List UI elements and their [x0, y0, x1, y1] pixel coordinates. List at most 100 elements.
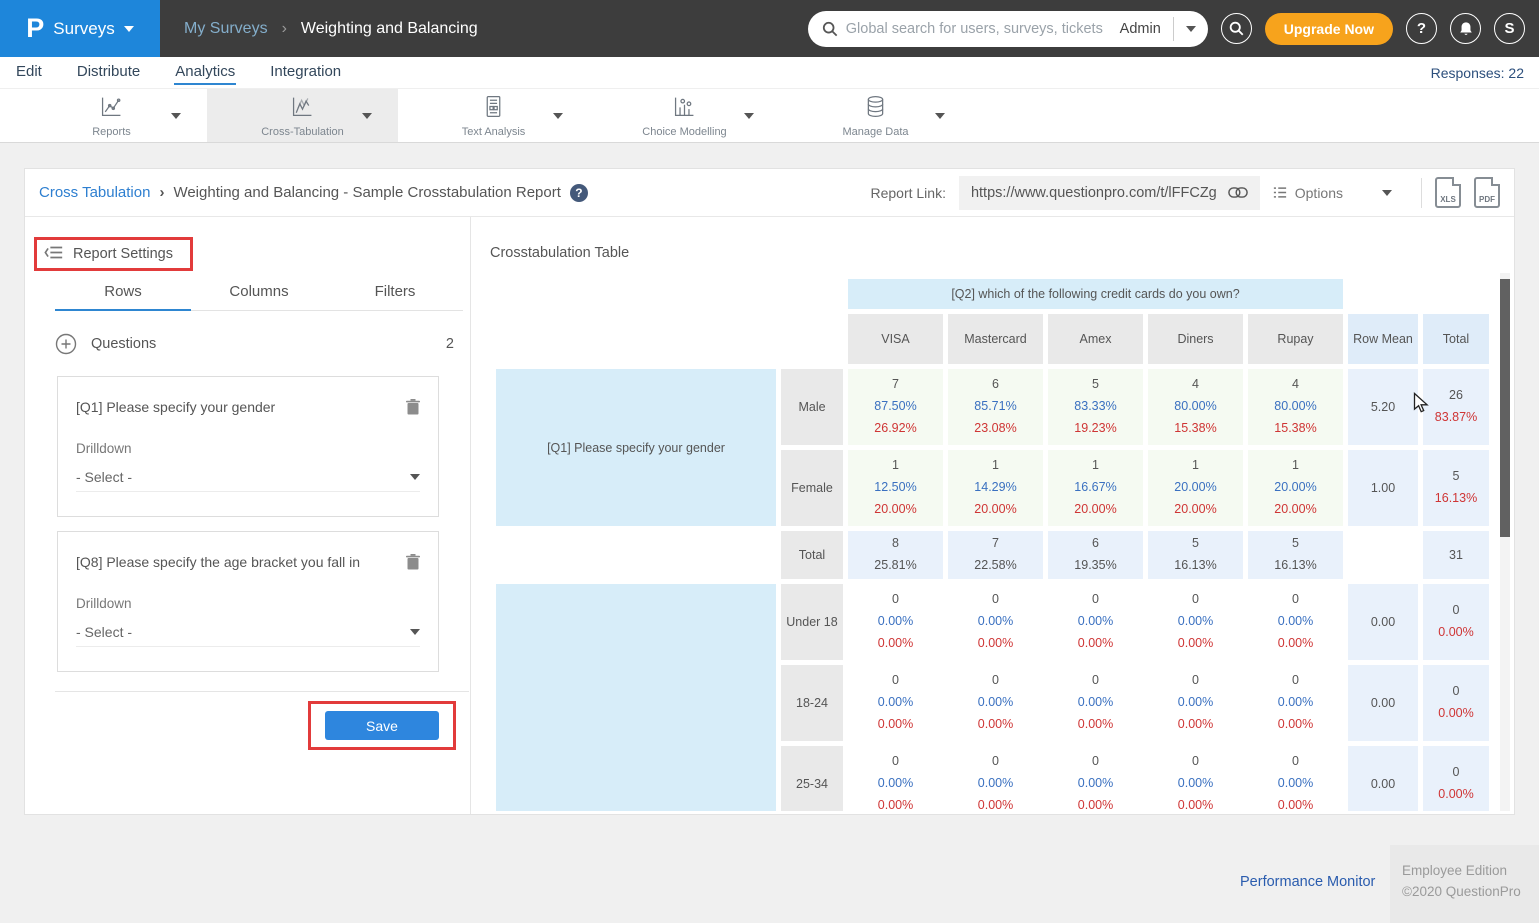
questions-header: Questions 2 — [55, 333, 454, 355]
data-cell: 00.00%0.00% — [848, 584, 943, 660]
chevron-down-icon[interactable] — [171, 113, 181, 119]
breadcrumb-current: Weighting and Balancing — [301, 20, 478, 38]
row-total-cell: 00.00% — [1423, 584, 1489, 660]
database-icon — [863, 94, 888, 124]
avatar-button[interactable]: S — [1494, 13, 1525, 44]
questions-count: 2 — [446, 336, 454, 352]
data-cell: 00.00%0.00% — [1048, 665, 1143, 741]
table-scrollbar[interactable] — [1500, 273, 1510, 811]
edition-badge: Employee Edition ©2020 QuestionPro — [1390, 845, 1539, 923]
chevron-down-icon — [124, 26, 134, 32]
data-cell: 00.00%0.00% — [1148, 665, 1243, 741]
drilldown-select[interactable]: - Select - — [76, 624, 420, 647]
tab-columns[interactable]: Columns — [191, 283, 327, 310]
search-scope-selector[interactable]: Admin — [1120, 21, 1161, 37]
nav-tab-distribute[interactable]: Distribute — [76, 60, 141, 85]
data-cell: 00.00%0.00% — [1248, 665, 1343, 741]
row-mean-cell: 0.00 — [1348, 746, 1418, 811]
export-pdf-button[interactable]: PDF — [1474, 177, 1500, 208]
global-search[interactable]: Admin — [808, 11, 1208, 47]
scrollbar-thumb[interactable] — [1500, 279, 1510, 537]
edition-line1: Employee Edition — [1402, 861, 1539, 882]
tab-rows[interactable]: Rows — [55, 283, 191, 311]
nav-tab-integration[interactable]: Integration — [269, 60, 342, 85]
data-cell: 114.29%20.00% — [948, 450, 1043, 526]
nav-tab-edit[interactable]: Edit — [15, 60, 43, 85]
notifications-button[interactable] — [1450, 13, 1481, 44]
search-button[interactable] — [1221, 13, 1252, 44]
toolbar-item-reports[interactable]: Reports — [16, 89, 207, 142]
row-total-cell: 2683.87% — [1423, 369, 1489, 445]
product-switcher[interactable]: P Surveys — [0, 0, 160, 57]
chevron-down-icon[interactable] — [1186, 26, 1196, 32]
crosstab-title: Crosstabulation Table — [490, 245, 629, 261]
help-button[interactable]: ? — [1406, 13, 1437, 44]
bubble-chart-icon — [672, 94, 697, 124]
chevron-down-icon[interactable] — [744, 113, 754, 119]
report-breadcrumb: Cross Tabulation › Weighting and Balanci… — [39, 184, 588, 202]
crosstab-table: [Q2] which of the following credit cards… — [491, 274, 1494, 811]
report-link-url[interactable]: https://www.questionpro.com/t/lFFCZg — [971, 185, 1217, 201]
crosstab-table-container: [Q2] which of the following credit cards… — [491, 274, 1507, 811]
help-icon[interactable]: ? — [570, 184, 588, 202]
link-icon[interactable] — [1228, 187, 1248, 198]
search-icon — [822, 21, 838, 37]
analytics-toolbar: Reports Cross-Tabulation Text Analysis Choi… — [0, 88, 1539, 143]
chevron-down-icon[interactable] — [935, 113, 945, 119]
row-mean-header: Row Mean — [1348, 314, 1418, 364]
total-data-cell: 516.13% — [1248, 531, 1343, 579]
toolbar-item-cross-tabulation[interactable]: Cross-Tabulation — [207, 89, 398, 142]
trash-icon[interactable] — [406, 554, 420, 573]
data-cell: 480.00%15.38% — [1248, 369, 1343, 445]
search-input[interactable] — [846, 21, 1112, 37]
data-cell: 00.00%0.00% — [948, 746, 1043, 811]
report-link-box[interactable]: https://www.questionpro.com/t/lFFCZg — [959, 176, 1260, 210]
breadcrumb-my-surveys[interactable]: My Surveys — [184, 20, 268, 38]
add-question-icon[interactable] — [55, 333, 77, 355]
crosstab-cell — [496, 279, 843, 309]
chevron-down-icon[interactable] — [362, 113, 372, 119]
toolbar-item-manage-data[interactable]: Manage Data — [780, 89, 971, 142]
question-mark-icon: ? — [1417, 20, 1426, 37]
crosstab-cell — [1348, 531, 1418, 579]
total-header: Total — [1423, 314, 1489, 364]
divider — [55, 691, 469, 692]
trend-chart-icon — [290, 94, 315, 124]
line-chart-icon — [99, 94, 124, 124]
options-button[interactable]: Options — [1273, 185, 1343, 201]
performance-monitor-link[interactable]: Performance Monitor — [1240, 874, 1375, 890]
upgrade-button[interactable]: Upgrade Now — [1265, 13, 1393, 45]
drilldown-select[interactable]: - Select - — [76, 469, 420, 492]
chevron-down-icon[interactable] — [553, 113, 563, 119]
chevron-down-icon[interactable] — [1382, 190, 1392, 196]
report-header: Cross Tabulation › Weighting and Balanci… — [25, 169, 1514, 217]
cross-tabulation-link[interactable]: Cross Tabulation — [39, 184, 150, 201]
responses-count: Responses: 22 — [1431, 65, 1524, 81]
survey-nav: Edit Distribute Analytics Integration Respo… — [0, 57, 1539, 88]
questions-label: Questions — [91, 336, 156, 352]
toolbar-item-label: Manage Data — [842, 126, 908, 138]
report-settings-toggle[interactable]: Report Settings — [34, 237, 193, 271]
bell-icon — [1458, 21, 1474, 37]
save-button[interactable]: Save — [325, 711, 439, 740]
toolbar-item-label: Cross-Tabulation — [261, 126, 344, 138]
toolbar-item-text-analysis[interactable]: Text Analysis — [398, 89, 589, 142]
grand-total-cell: 31 — [1423, 531, 1489, 579]
column-header: VISA — [848, 314, 943, 364]
divider — [1173, 17, 1174, 41]
nav-tab-analytics[interactable]: Analytics — [174, 60, 236, 85]
row-label: Under 18 — [781, 584, 843, 660]
toolbar-item-choice-modelling[interactable]: Choice Modelling — [589, 89, 780, 142]
export-xls-button[interactable]: XLS — [1435, 177, 1461, 208]
trash-icon[interactable] — [406, 399, 420, 418]
toolbar-item-label: Choice Modelling — [642, 126, 726, 138]
question-card: [Q1] Please specify your gender Drilldow… — [57, 376, 439, 517]
data-cell: 120.00%20.00% — [1148, 450, 1243, 526]
question-text: [Q1] Please specify your gender — [76, 399, 275, 415]
data-cell: 00.00%0.00% — [948, 665, 1043, 741]
tab-filters[interactable]: Filters — [327, 283, 463, 310]
data-cell: 00.00%0.00% — [1048, 584, 1143, 660]
chevron-down-icon — [410, 474, 420, 480]
data-cell: 112.50%20.00% — [848, 450, 943, 526]
row-label: Female — [781, 450, 843, 526]
